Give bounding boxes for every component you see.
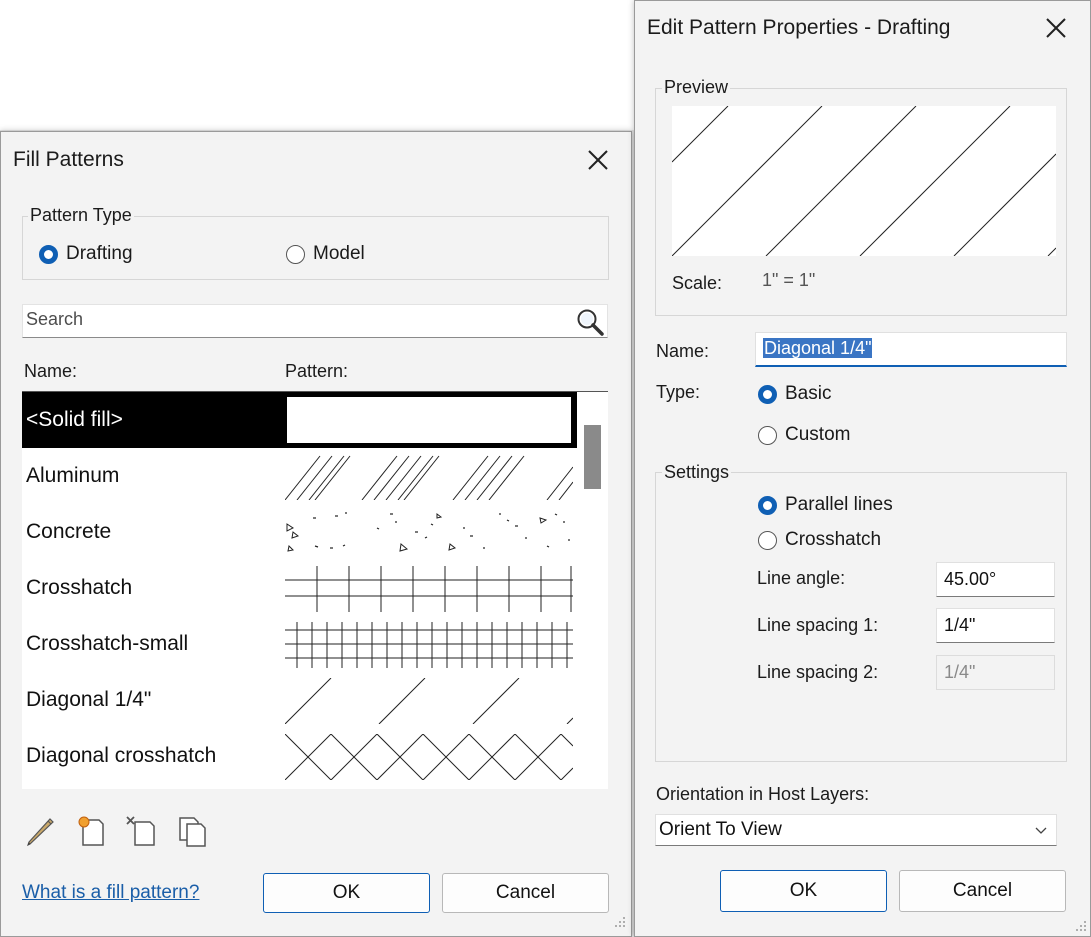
resize-grip-icon[interactable] xyxy=(1075,920,1087,932)
line-angle-label: Line angle: xyxy=(757,568,846,588)
patterns-list: <Solid fill> Aluminum Concrete Crosshatc… xyxy=(22,391,608,789)
pattern-name-field[interactable]: Diagonal 1/4" xyxy=(755,332,1067,367)
radio-indicator xyxy=(758,384,777,404)
pattern-name: Concrete xyxy=(26,520,112,543)
scroll-thumb[interactable] xyxy=(584,425,601,489)
close-icon xyxy=(588,150,608,170)
line-angle-field[interactable]: 45.00° xyxy=(936,562,1055,597)
solid-fill-swatch xyxy=(287,397,571,443)
scale-value: 1" = 1" xyxy=(762,270,816,290)
radio-indicator xyxy=(758,495,777,515)
orientation-dropdown[interactable]: Orient To View xyxy=(655,814,1057,846)
edit-pattern-cancel-button[interactable]: Cancel xyxy=(899,870,1066,912)
radio-indicator xyxy=(758,425,777,445)
pattern-name: Aluminum xyxy=(26,464,120,487)
pattern-name-value: Diagonal 1/4" xyxy=(763,338,873,358)
patterns-scrollbar[interactable] xyxy=(578,392,608,789)
crosshatch-pattern-swatch xyxy=(285,566,573,612)
table-row[interactable]: <Solid fill> xyxy=(22,392,577,448)
fill-patterns-cancel-button[interactable]: Cancel xyxy=(442,873,609,913)
radio-model-label: Model xyxy=(313,243,365,264)
line-spacing2-field: 1/4" xyxy=(936,655,1055,690)
table-row[interactable]: Diagonal crosshatch xyxy=(22,728,577,784)
pattern-name: Crosshatch xyxy=(26,576,133,599)
radio-drafting[interactable]: Drafting xyxy=(39,243,133,265)
pattern-name: Crosshatch-small xyxy=(26,632,189,655)
search-placeholder: Search xyxy=(26,309,84,329)
orientation-label: Orientation in Host Layers: xyxy=(656,784,870,804)
radio-custom-label: Custom xyxy=(785,424,851,445)
settings-label: Settings xyxy=(662,462,732,483)
table-row[interactable]: Crosshatch xyxy=(22,560,577,616)
radio-drafting-label: Drafting xyxy=(66,243,133,264)
line-spacing1-label: Line spacing 1: xyxy=(757,615,879,635)
orientation-value: Orient To View xyxy=(659,819,782,840)
radio-parallel-lines-label: Parallel lines xyxy=(785,494,893,515)
pattern-type-label: Pattern Type xyxy=(28,205,134,226)
delete-pattern-icon[interactable] xyxy=(124,814,158,848)
duplicate-pattern-icon[interactable] xyxy=(176,814,210,848)
new-pattern-icon[interactable] xyxy=(74,814,108,848)
name-column-header: Name: xyxy=(24,361,78,381)
table-row[interactable]: Crosshatch-small xyxy=(22,616,577,672)
radio-basic-label: Basic xyxy=(785,383,832,404)
radio-indicator xyxy=(286,244,305,264)
radio-parallel-lines[interactable]: Parallel lines xyxy=(758,494,893,516)
diagonal-pattern-swatch xyxy=(285,678,573,724)
table-row[interactable]: Concrete xyxy=(22,504,577,560)
close-icon xyxy=(1046,18,1066,38)
pattern-name: Diagonal crosshatch xyxy=(26,744,217,767)
radio-model[interactable]: Model xyxy=(286,243,365,265)
table-row[interactable]: Diagonal 1/4" xyxy=(22,672,577,728)
diagonal-crosshatch-pattern-swatch xyxy=(285,734,573,780)
search-input[interactable]: Search xyxy=(22,304,608,338)
fill-patterns-ok-button[interactable]: OK xyxy=(263,873,430,913)
type-label: Type: xyxy=(656,382,701,402)
edit-pattern-title: Edit Pattern Properties - Drafting xyxy=(647,16,951,39)
line-spacing2-label: Line spacing 2: xyxy=(757,662,879,682)
edit-pattern-ok-button[interactable]: OK xyxy=(720,870,887,912)
resize-grip-icon[interactable] xyxy=(614,916,626,928)
pattern-preview-canvas xyxy=(672,106,1056,256)
radio-basic[interactable]: Basic xyxy=(758,383,831,405)
fill-patterns-close-button[interactable] xyxy=(580,142,616,178)
fill-patterns-title: Fill Patterns xyxy=(13,148,124,171)
aluminum-pattern-swatch xyxy=(285,455,573,500)
pattern-name: <Solid fill> xyxy=(26,408,123,431)
edit-pattern-close-button[interactable] xyxy=(1038,10,1074,46)
radio-indicator xyxy=(39,244,58,264)
table-row[interactable]: Aluminum xyxy=(22,448,577,504)
chevron-down-icon xyxy=(1035,827,1047,834)
radio-indicator xyxy=(758,530,777,550)
preview-label: Preview xyxy=(662,77,731,98)
edit-pencil-icon[interactable] xyxy=(24,814,58,848)
line-spacing1-field[interactable]: 1/4" xyxy=(936,608,1055,643)
pattern-preview xyxy=(672,106,1056,256)
concrete-pattern-swatch xyxy=(286,512,570,552)
name-label: Name: xyxy=(656,341,710,361)
radio-custom[interactable]: Custom xyxy=(758,424,850,446)
pattern-name: Diagonal 1/4" xyxy=(26,688,152,711)
search-icon[interactable] xyxy=(573,306,605,338)
radio-crosshatch-label: Crosshatch xyxy=(785,529,882,550)
help-link[interactable]: What is a fill pattern? xyxy=(22,882,199,904)
crosshatch-small-pattern-swatch xyxy=(285,622,573,668)
pattern-column-header: Pattern: xyxy=(285,361,349,381)
scale-label: Scale: xyxy=(672,273,723,293)
radio-crosshatch[interactable]: Crosshatch xyxy=(758,529,881,551)
